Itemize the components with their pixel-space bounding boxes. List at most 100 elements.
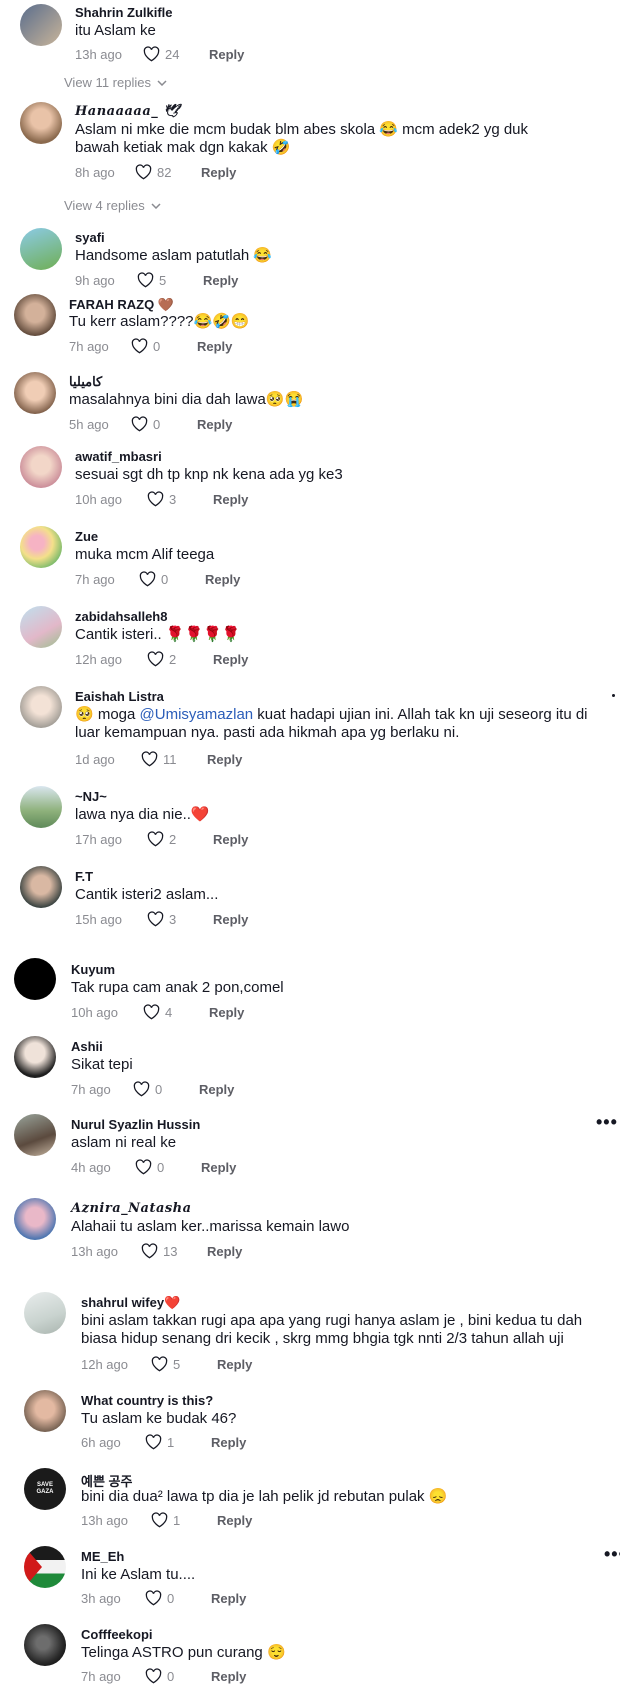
- comment-time: 7h ago: [75, 571, 115, 587]
- comment-username[interactable]: syafi: [75, 230, 105, 245]
- avatar[interactable]: [20, 786, 62, 828]
- avatar[interactable]: [20, 228, 62, 270]
- more-dot-icon[interactable]: [612, 694, 615, 697]
- comment-username[interactable]: Hanaaaaa_ 🕊: [75, 104, 180, 119]
- like-button[interactable]: 5: [151, 1356, 217, 1372]
- avatar[interactable]: [24, 1546, 66, 1588]
- avatar[interactable]: [20, 866, 62, 908]
- comment-username[interactable]: zabidahsalleh8: [75, 609, 167, 624]
- reply-button[interactable]: Reply: [201, 1160, 236, 1175]
- comment-time: 13h ago: [71, 1243, 118, 1259]
- like-button[interactable]: 0: [145, 1668, 211, 1684]
- comment-username[interactable]: Ashii: [71, 1039, 103, 1054]
- reply-button[interactable]: Reply: [207, 1244, 242, 1259]
- avatar[interactable]: [20, 526, 62, 568]
- avatar[interactable]: [20, 686, 62, 728]
- avatar[interactable]: [14, 1198, 56, 1240]
- comment-text: Handsome aslam patutlah 😂: [75, 247, 273, 264]
- comment-time: 7h ago: [81, 1668, 121, 1684]
- comment-username[interactable]: What country is this?: [81, 1393, 213, 1408]
- like-button[interactable]: 1: [151, 1512, 217, 1528]
- comment-username[interactable]: Aznira_Natasha: [71, 1201, 192, 1216]
- comment-username[interactable]: shahrul wifey❤️: [81, 1295, 180, 1311]
- like-button[interactable]: 2: [147, 651, 213, 667]
- like-count: 2: [169, 651, 177, 667]
- like-button[interactable]: 13: [141, 1243, 207, 1259]
- like-button[interactable]: 0: [135, 1159, 201, 1175]
- comment-time: 10h ago: [75, 491, 122, 507]
- heart-icon: [143, 46, 160, 62]
- avatar[interactable]: [14, 294, 56, 336]
- like-button[interactable]: 5: [137, 272, 203, 288]
- avatar[interactable]: [24, 1624, 66, 1666]
- like-button[interactable]: 0: [139, 571, 205, 587]
- comment-username[interactable]: Kuyum: [71, 962, 115, 977]
- reply-button[interactable]: Reply: [203, 273, 238, 288]
- reply-button[interactable]: Reply: [205, 572, 240, 587]
- like-button[interactable]: 4: [143, 1004, 209, 1020]
- reply-button[interactable]: Reply: [217, 1513, 252, 1528]
- comment-username[interactable]: Shahrin Zulkifle: [75, 5, 173, 20]
- comment-time: 1d ago: [75, 751, 115, 767]
- reply-button[interactable]: Reply: [199, 1082, 234, 1097]
- comment-text: Cantik isteri.. 🌹🌹🌹🌹: [75, 626, 241, 643]
- like-button[interactable]: 2: [147, 831, 213, 847]
- comment-username[interactable]: FARAH RAZQ 🤎: [69, 297, 174, 313]
- reply-button[interactable]: Reply: [217, 1357, 252, 1372]
- comment-username[interactable]: ME_Eh: [81, 1549, 124, 1564]
- comment-username[interactable]: ~NJ~: [75, 789, 107, 804]
- reply-button[interactable]: Reply: [197, 339, 232, 354]
- view-replies-button[interactable]: View 11 replies: [64, 75, 167, 90]
- avatar[interactable]: [20, 446, 62, 488]
- comment-username[interactable]: awatif_mbasri: [75, 449, 162, 464]
- avatar[interactable]: [14, 958, 56, 1000]
- reply-button[interactable]: Reply: [209, 47, 244, 62]
- avatar[interactable]: [20, 4, 62, 46]
- like-button[interactable]: 0: [145, 1590, 211, 1606]
- comment-username[interactable]: Zue: [75, 529, 98, 544]
- like-button[interactable]: 3: [147, 911, 213, 927]
- like-button[interactable]: 11: [141, 751, 207, 767]
- reply-button[interactable]: Reply: [201, 165, 236, 180]
- reply-button[interactable]: Reply: [209, 1005, 244, 1020]
- view-replies-button[interactable]: View 4 replies: [64, 198, 161, 213]
- avatar[interactable]: [20, 102, 62, 144]
- comment-meta: 15h ago 3 Reply: [75, 911, 248, 927]
- more-options-icon[interactable]: •••: [604, 1544, 620, 1565]
- comment-username[interactable]: F.T: [75, 869, 93, 884]
- avatar[interactable]: [14, 372, 56, 414]
- comment-meta: 13h ago 24 Reply: [75, 46, 244, 62]
- comment-text: Alahaii tu aslam ker..marissa kemain law…: [71, 1218, 350, 1235]
- avatar[interactable]: SAVE GAZA: [24, 1468, 66, 1510]
- like-button[interactable]: 82: [135, 164, 201, 180]
- reply-button[interactable]: Reply: [213, 652, 248, 667]
- reply-button[interactable]: Reply: [211, 1435, 246, 1450]
- avatar[interactable]: [24, 1390, 66, 1432]
- like-button[interactable]: 0: [133, 1081, 199, 1097]
- like-button[interactable]: 0: [131, 416, 197, 432]
- reply-button[interactable]: Reply: [211, 1669, 246, 1684]
- avatar[interactable]: [14, 1114, 56, 1156]
- comment-username[interactable]: Eaishah Listra: [75, 689, 164, 704]
- comment-text: bini dia dua² lawa tp dia je lah pelik j…: [81, 1488, 448, 1505]
- reply-button[interactable]: Reply: [207, 752, 242, 767]
- comment-time: 4h ago: [71, 1159, 111, 1175]
- comment-username[interactable]: Cofffeekopi: [81, 1627, 153, 1642]
- comment-username[interactable]: كاميليا: [69, 374, 102, 390]
- reply-button[interactable]: Reply: [211, 1591, 246, 1606]
- reply-button[interactable]: Reply: [213, 912, 248, 927]
- comment-username[interactable]: Nurul Syazlin Hussin: [71, 1117, 200, 1132]
- more-options-icon[interactable]: •••: [596, 1112, 618, 1133]
- avatar[interactable]: [14, 1036, 56, 1078]
- reply-button[interactable]: Reply: [213, 832, 248, 847]
- reply-button[interactable]: Reply: [197, 417, 232, 432]
- reply-button[interactable]: Reply: [213, 492, 248, 507]
- avatar[interactable]: [24, 1292, 66, 1334]
- avatar[interactable]: [20, 606, 62, 648]
- like-button[interactable]: 0: [131, 338, 197, 354]
- like-button[interactable]: 24: [143, 46, 209, 62]
- like-button[interactable]: 1: [145, 1434, 211, 1450]
- mention-link[interactable]: @Umisyamazlan: [140, 706, 254, 723]
- like-button[interactable]: 3: [147, 491, 213, 507]
- comment-meta: 7h ago 0 Reply: [71, 1081, 234, 1097]
